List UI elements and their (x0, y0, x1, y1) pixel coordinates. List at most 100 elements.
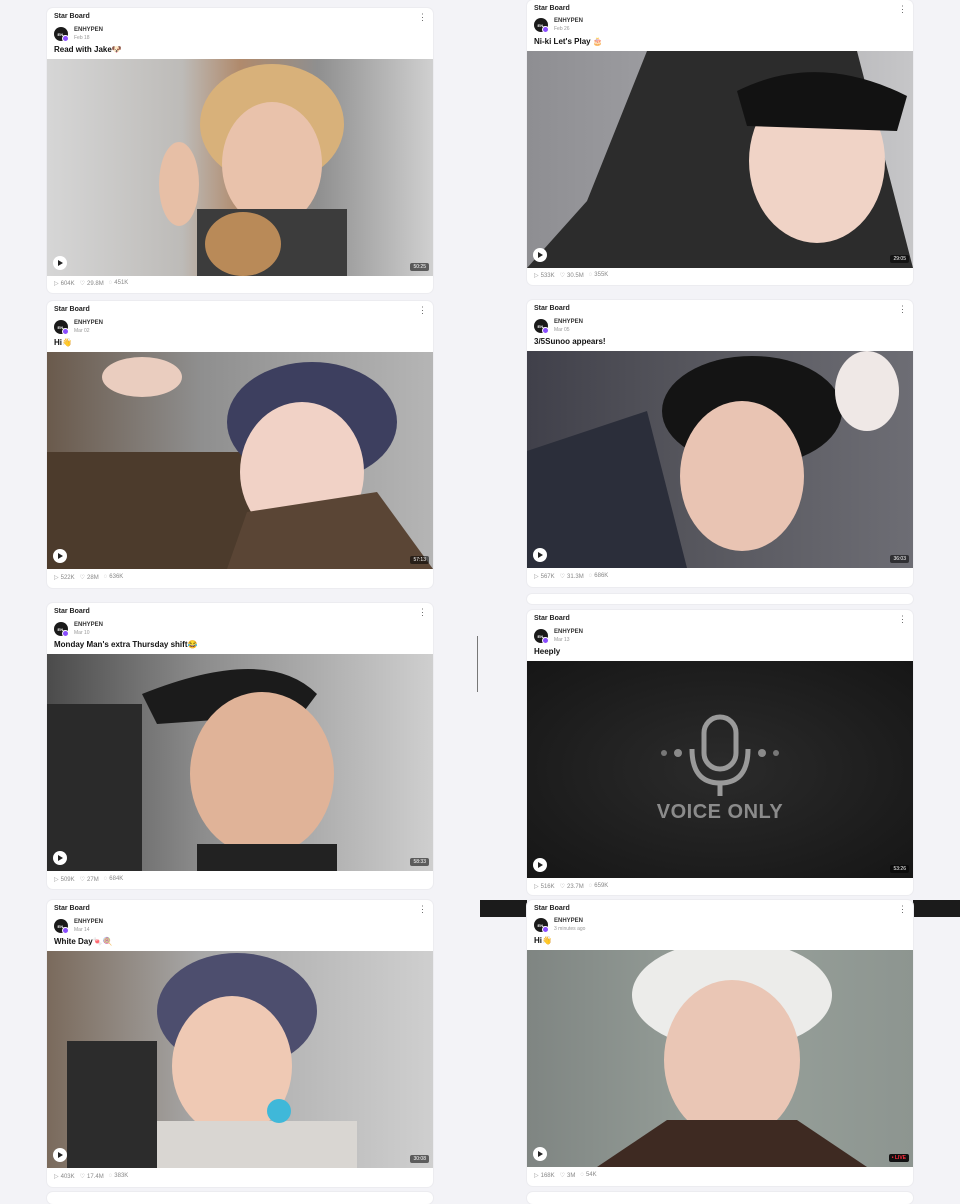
post-title[interactable]: Heeply (534, 647, 560, 656)
verified-badge-icon (62, 927, 69, 934)
view-icon: ▷ (54, 877, 59, 883)
comment-icon: ◌ (103, 876, 108, 882)
post-card[interactable]: Star Board ⋮ EN- ENHYPEN Mar 05 3/5Sunoo… (527, 300, 913, 587)
more-icon[interactable]: ⋮ (418, 13, 427, 22)
more-icon[interactable]: ⋮ (418, 905, 427, 914)
avatar[interactable]: EN- (54, 622, 69, 637)
like-count: 28M (87, 575, 99, 581)
verified-badge-icon (542, 26, 549, 33)
post-title[interactable]: 3/5Sunoo appears! (534, 337, 606, 346)
view-count: 509K (60, 877, 75, 883)
post-card[interactable]: Star Board ⋮ EN- ENHYPEN Feb 18 Read wit… (47, 8, 433, 293)
avatar[interactable]: EN- (54, 320, 69, 335)
post-title[interactable]: Read with Jake🐶 (54, 45, 122, 54)
post-card-partial[interactable] (47, 1192, 433, 1204)
author-name[interactable]: ENHYPEN (554, 319, 583, 325)
post-card-partial[interactable] (527, 1192, 913, 1204)
video-duration: 50:25 (410, 263, 429, 271)
post-card[interactable]: Star Board ⋮ EN- ENHYPEN Mar 13 Heeply V… (527, 610, 913, 895)
author-name[interactable]: ENHYPEN (74, 320, 103, 326)
post-date: Mar 14 (74, 927, 90, 933)
play-button[interactable] (533, 1147, 547, 1161)
more-icon[interactable]: ⋮ (898, 305, 907, 314)
author-name[interactable]: ENHYPEN (554, 18, 583, 24)
more-icon[interactable]: ⋮ (418, 608, 427, 617)
live-badge: • LIVE (888, 1154, 909, 1162)
play-button[interactable] (533, 858, 547, 872)
voice-only-thumbnail[interactable]: VOICE ONLY 53:26 (527, 661, 913, 878)
more-icon[interactable]: ⋮ (898, 615, 907, 624)
view-count: 516K (540, 884, 555, 890)
video-thumbnail[interactable]: 29:05 (527, 51, 913, 268)
thumbnail-image (47, 669, 337, 871)
like-count: 27M (87, 877, 99, 883)
post-card[interactable]: Star Board ⋮ EN- ENHYPEN Feb 26 Ni-ki Le… (527, 0, 913, 285)
view-count: 533K (540, 273, 555, 279)
avatar[interactable]: EN- (534, 629, 549, 644)
video-duration: 57:13 (410, 556, 429, 564)
post-title[interactable]: Monday Man's extra Thursday shift😂 (54, 640, 197, 649)
video-thumbnail[interactable]: 50:25 (47, 59, 433, 276)
like-count: 30.5M (567, 273, 584, 279)
scrollbar[interactable] (477, 636, 478, 692)
more-icon[interactable]: ⋮ (898, 905, 907, 914)
author-name[interactable]: ENHYPEN (554, 918, 583, 924)
comment-icon: ◌ (588, 883, 593, 889)
view-icon: ▷ (534, 1173, 539, 1179)
play-button[interactable] (533, 548, 547, 562)
verified-badge-icon (62, 630, 69, 637)
post-date: Mar 13 (554, 637, 570, 643)
post-card[interactable]: Star Board ⋮ EN- ENHYPEN Mar 02 Hi👋 57:1… (47, 301, 433, 588)
live-thumbnail[interactable]: • LIVE (527, 950, 913, 1167)
post-title[interactable]: Ni-ki Let's Play 🎂 (534, 37, 603, 46)
avatar[interactable]: EN- (534, 18, 549, 33)
voice-only-background: VOICE ONLY (527, 661, 913, 878)
thumbnail-image (47, 357, 433, 569)
post-title[interactable]: Hi👋 (534, 936, 552, 945)
post-card[interactable]: Star Board ⋮ EN- ENHYPEN Mar 14 White Da… (47, 900, 433, 1187)
post-card-partial[interactable] (527, 594, 913, 604)
board-label: Star Board (534, 5, 570, 12)
video-thumbnail[interactable]: 30:08 (47, 951, 433, 1168)
video-thumbnail[interactable]: 36:03 (527, 351, 913, 568)
avatar[interactable]: EN- (54, 919, 69, 934)
avatar[interactable]: EN- (534, 918, 549, 933)
author-name[interactable]: ENHYPEN (74, 27, 103, 33)
play-button[interactable] (53, 549, 67, 563)
play-button[interactable] (53, 1148, 67, 1162)
heart-icon: ♡ (559, 574, 566, 580)
avatar[interactable]: EN- (54, 27, 69, 42)
post-date: Mar 10 (74, 630, 90, 636)
author-name[interactable]: ENHYPEN (554, 629, 583, 635)
author-name[interactable]: ENHYPEN (74, 622, 103, 628)
avatar[interactable]: EN- (534, 319, 549, 334)
heart-icon: ♡ (79, 1174, 86, 1180)
comment-icon: ◌ (108, 1173, 113, 1179)
post-card[interactable]: Star Board ⋮ EN- ENHYPEN Mar 10 Monday M… (47, 603, 433, 889)
board-label: Star Board (534, 305, 570, 312)
more-icon[interactable]: ⋮ (418, 306, 427, 315)
play-button[interactable] (53, 851, 67, 865)
comment-icon: ◌ (108, 280, 113, 286)
like-count: 3M (567, 1173, 576, 1179)
post-title[interactable]: Hi👋 (54, 338, 72, 347)
comment-count: 54K (585, 1172, 597, 1178)
video-thumbnail[interactable]: 57:13 (47, 352, 433, 569)
post-title[interactable]: White Day🍬🍭 (54, 937, 113, 946)
view-icon: ▷ (534, 574, 539, 580)
author-name[interactable]: ENHYPEN (74, 919, 103, 925)
heart-icon: ♡ (559, 1173, 566, 1179)
heart-icon: ♡ (559, 884, 566, 890)
play-button[interactable] (53, 256, 67, 270)
post-card[interactable]: Star Board ⋮ EN- ENHYPEN 3 minutes ago H… (527, 900, 913, 1186)
board-label: Star Board (534, 905, 570, 912)
more-icon[interactable]: ⋮ (898, 5, 907, 14)
comment-count: 451K (114, 280, 129, 286)
board-label: Star Board (54, 306, 90, 313)
post-stats: ▷ 403K ♡ 17.4M ◌ 383K (54, 1173, 128, 1180)
post-stats: ▷ 522K ♡ 28M ◌ 636K (54, 574, 123, 581)
thumbnail-image (159, 64, 347, 276)
play-button[interactable] (533, 248, 547, 262)
view-icon: ▷ (54, 575, 59, 581)
video-thumbnail[interactable]: 58:33 (47, 654, 433, 871)
